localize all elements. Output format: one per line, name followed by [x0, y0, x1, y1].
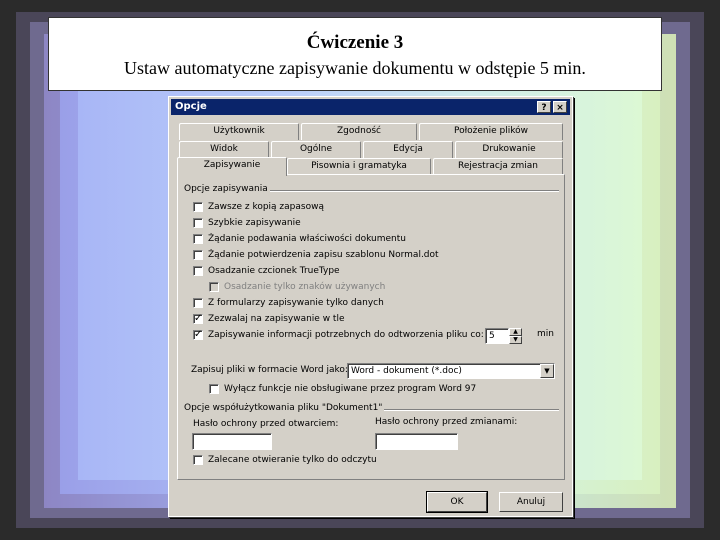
option-label: Zezwalaj na zapisywanie w tle — [208, 314, 345, 324]
spin-down-button[interactable]: ▼ — [509, 336, 522, 344]
option-label: Osadzanie tylko znaków używanych — [224, 282, 386, 292]
open-password-field[interactable] — [192, 433, 272, 450]
option-embed-truetype[interactable]: Osadzanie czcionek TrueType — [193, 264, 340, 278]
checkbox[interactable] — [193, 266, 203, 276]
option-label: Osadzanie czcionek TrueType — [208, 266, 340, 276]
option-backup-copy[interactable]: Zawsze z kopią zapasową — [193, 200, 324, 214]
save-format-label: Zapisuj pliki w formacie Word jako: — [191, 365, 348, 375]
sharing-group-label: Opcje współużytkowania pliku "Dokument1" — [182, 403, 385, 413]
option-label: Żądanie potwierdzenia zapisu szablonu No… — [208, 250, 439, 260]
checkbox[interactable] — [193, 455, 203, 465]
option-prompt-properties[interactable]: Żądanie podawania właściwości dokumentu — [193, 232, 406, 246]
save-options-group-label: Opcje zapisywania — [182, 184, 270, 194]
options-dialog: Opcje ? × Użytkownik Zgodność Położenie … — [168, 96, 573, 517]
dialog-title: Opcje — [175, 101, 207, 112]
tab-polozenie-plikow[interactable]: Położenie plików — [419, 123, 563, 140]
tab-rejestracja-zmian[interactable]: Rejestracja zmian — [433, 158, 563, 175]
checkbox[interactable]: ✓ — [193, 314, 203, 324]
dialog-titlebar[interactable]: Opcje ? × — [171, 99, 570, 115]
option-label: Wyłącz funkcje nie obsługiwane przez pro… — [224, 384, 477, 394]
slide-subtitle: Ustaw automatyczne zapisywanie dokumentu… — [124, 58, 586, 78]
autosave-minutes-input[interactable]: 5 — [485, 328, 509, 344]
save-format-select[interactable]: Word - dokument (*.doc) — [347, 363, 555, 379]
checkbox[interactable] — [193, 234, 203, 244]
option-label: Zalecane otwieranie tylko do odczytu — [208, 455, 377, 465]
tab-widok[interactable]: Widok — [179, 141, 269, 158]
cancel-button[interactable]: Anuluj — [499, 492, 563, 512]
tab-edycja[interactable]: Edycja — [363, 141, 453, 158]
option-label: Zapisywanie informacji potrzebnych do od… — [208, 330, 484, 340]
modify-password-label: Hasło ochrony przed zmianami: — [375, 417, 518, 427]
option-prompt-normal-dot[interactable]: Żądanie potwierdzenia zapisu szablonu No… — [193, 248, 439, 262]
ok-button[interactable]: OK — [426, 491, 488, 513]
chevron-down-icon[interactable]: ▼ — [540, 364, 554, 378]
tab-pisownia-i-gramatyka[interactable]: Pisownia i gramatyka — [287, 158, 431, 175]
option-label: Żądanie podawania właściwości dokumentu — [208, 234, 406, 244]
slide-title-box: Ćwiczenie 3 Ustaw automatyczne zapisywan… — [48, 17, 662, 91]
help-button[interactable]: ? — [537, 101, 551, 113]
option-fast-save[interactable]: Szybkie zapisywanie — [193, 216, 301, 230]
option-label: Szybkie zapisywanie — [208, 218, 301, 228]
checkbox[interactable] — [209, 384, 219, 394]
checkbox[interactable]: ✓ — [193, 330, 203, 340]
checkbox[interactable] — [193, 218, 203, 228]
checkbox[interactable] — [193, 298, 203, 308]
option-label: Zawsze z kopią zapasową — [208, 202, 324, 212]
group-divider — [375, 409, 559, 411]
option-form-data-only[interactable]: Z formularzy zapisywanie tylko danych — [193, 296, 384, 310]
tab-drukowanie[interactable]: Drukowanie — [455, 141, 563, 158]
autosave-unit: min — [537, 329, 554, 339]
checkbox[interactable] — [193, 202, 203, 212]
checkbox-disabled — [209, 282, 219, 292]
spin-up-button[interactable]: ▲ — [509, 328, 522, 336]
slide-title: Ćwiczenie 3 — [306, 32, 404, 53]
tab-zapisywanie[interactable]: Zapisywanie — [177, 157, 287, 176]
option-label: Z formularzy zapisywanie tylko danych — [208, 298, 384, 308]
tab-zgodnosc[interactable]: Zgodność — [301, 123, 417, 140]
tab-ogolne[interactable]: Ogólne — [271, 141, 361, 158]
option-embed-used-chars: Osadzanie tylko znaków używanych — [209, 280, 385, 294]
modify-password-field[interactable] — [375, 433, 458, 450]
close-button[interactable]: × — [553, 101, 567, 113]
option-read-only-recommended[interactable]: Zalecane otwieranie tylko do odczytu — [193, 453, 377, 467]
option-autorecover[interactable]: ✓ Zapisywanie informacji potrzebnych do … — [193, 328, 484, 342]
group-divider — [265, 190, 559, 192]
open-password-label: Hasło ochrony przed otwarciem: — [193, 419, 339, 429]
option-background-save[interactable]: ✓ Zezwalaj na zapisywanie w tle — [193, 312, 345, 326]
tab-uzytkownik[interactable]: Użytkownik — [179, 123, 299, 140]
option-disable-word97[interactable]: Wyłącz funkcje nie obsługiwane przez pro… — [209, 382, 476, 396]
checkbox[interactable] — [193, 250, 203, 260]
